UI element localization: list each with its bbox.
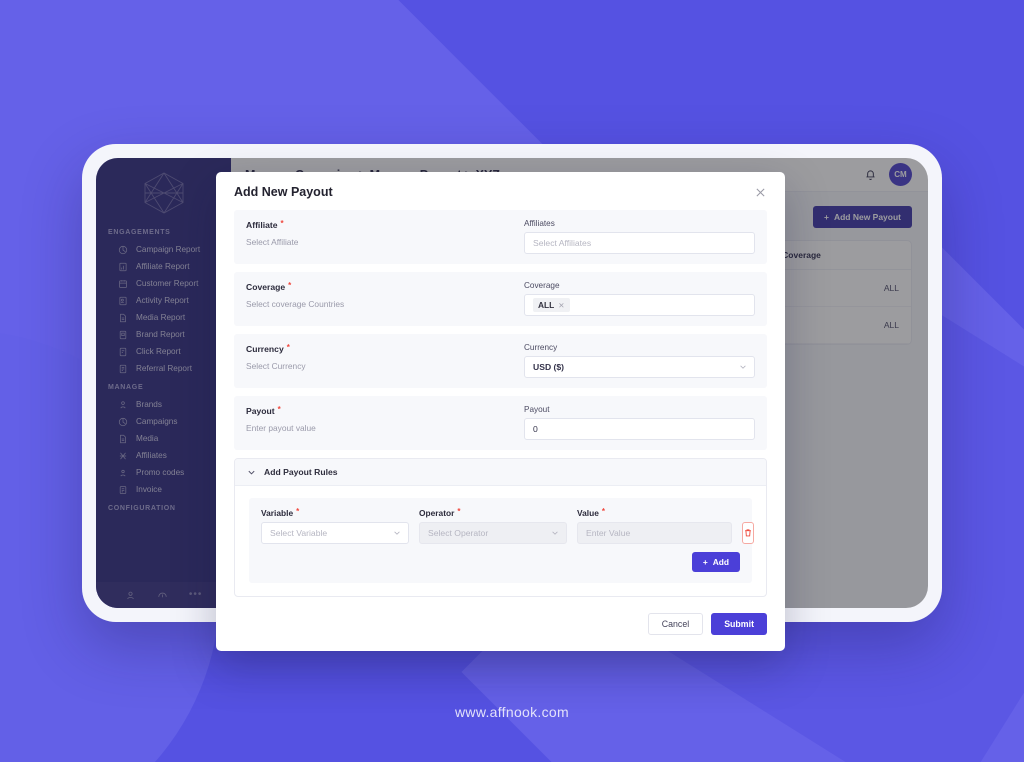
rule-operator-group: Operator * Select Operator bbox=[419, 508, 567, 544]
required-marker: * bbox=[601, 507, 606, 516]
form-row-payout-help: Enter payout value bbox=[246, 423, 316, 433]
form-row-currency-control: Currency USD ($) bbox=[524, 343, 755, 378]
rule-operator-label: Operator * bbox=[419, 507, 567, 519]
payout-field-label: Payout bbox=[524, 405, 550, 414]
site-url-caption: www.affnook.com bbox=[455, 704, 569, 720]
payout-rules-title: Add Payout Rules bbox=[264, 467, 338, 477]
add-rule-label: Add bbox=[712, 557, 729, 567]
add-rule-button[interactable]: + Add bbox=[691, 552, 740, 572]
chevron-down-icon bbox=[551, 529, 559, 537]
form-row-affiliate-help: Select Affiliate bbox=[246, 237, 299, 247]
payout-rules-toggle[interactable]: Add Payout Rules bbox=[235, 459, 766, 486]
form-row-payout: Payout * Enter payout value Payout 0 bbox=[234, 396, 767, 450]
label-text: Affiliate bbox=[246, 220, 278, 230]
label-text: Operator bbox=[419, 508, 455, 518]
currency-select[interactable]: USD ($) bbox=[524, 356, 755, 378]
submit-button[interactable]: Submit bbox=[711, 613, 767, 635]
chevron-down-icon bbox=[247, 468, 256, 477]
form-row-payout-label: Payout * bbox=[246, 405, 508, 417]
plus-icon: + bbox=[702, 557, 708, 567]
rule-variable-label: Variable * bbox=[261, 507, 409, 519]
form-row-currency-info: Currency * Select Currency bbox=[246, 343, 508, 372]
payout-rules-panel: Add Payout Rules Variable * Select Varia… bbox=[234, 458, 767, 597]
form-row-currency: Currency * Select Currency Currency USD … bbox=[234, 334, 767, 388]
currency-selected-value: USD ($) bbox=[533, 362, 565, 372]
rule-fields: Variable * Select Variable Operator * Se… bbox=[261, 508, 754, 544]
form-row-payout-info: Payout * Enter payout value bbox=[246, 405, 508, 434]
rule-variable-select[interactable]: Select Variable bbox=[261, 522, 409, 544]
required-marker: * bbox=[296, 507, 300, 516]
form-row-affiliate: Affiliate * Select Affiliate Affiliates … bbox=[234, 210, 767, 264]
add-new-payout-dialog: Add New Payout Affiliate * Select Affili… bbox=[216, 172, 785, 651]
form-row-currency-label: Currency * bbox=[246, 343, 508, 355]
form-row-affiliate-label: Affiliate * bbox=[246, 219, 508, 231]
dialog-body: Affiliate * Select Affiliate Affiliates … bbox=[216, 210, 785, 597]
rule-value-label: Value * bbox=[577, 507, 732, 519]
rule-value-input[interactable]: Enter Value bbox=[577, 522, 732, 544]
coverage-tag-text: ALL bbox=[538, 300, 555, 310]
required-marker: * bbox=[280, 219, 284, 228]
trash-icon bbox=[743, 528, 753, 538]
affiliates-select-input[interactable]: Select Affiliates bbox=[524, 232, 755, 254]
form-row-coverage-label: Coverage * bbox=[246, 281, 508, 293]
rule-operator-select[interactable]: Select Operator bbox=[419, 522, 567, 544]
payout-rules-body: Variable * Select Variable Operator * Se… bbox=[235, 486, 766, 596]
payout-rule-row: Variable * Select Variable Operator * Se… bbox=[249, 498, 754, 583]
rule-variable-group: Variable * Select Variable bbox=[261, 508, 409, 544]
form-row-affiliate-control: Affiliates Select Affiliates bbox=[524, 219, 755, 254]
currency-field-label: Currency bbox=[524, 343, 558, 352]
coverage-tag: ALL ✕ bbox=[533, 298, 570, 312]
dialog-title: Add New Payout bbox=[234, 185, 333, 199]
required-marker: * bbox=[457, 507, 461, 516]
cancel-button[interactable]: Cancel bbox=[647, 613, 704, 635]
delete-rule-button[interactable] bbox=[742, 522, 754, 544]
required-marker: * bbox=[277, 405, 281, 414]
label-text: Coverage bbox=[246, 282, 286, 292]
form-row-coverage-control: Coverage ALL ✕ bbox=[524, 281, 755, 316]
label-text: Variable bbox=[261, 508, 294, 518]
required-marker: * bbox=[286, 343, 290, 352]
label-text: Value bbox=[577, 508, 599, 518]
form-row-coverage-help: Select coverage Countries bbox=[246, 299, 345, 309]
chevron-down-icon bbox=[739, 363, 747, 371]
required-marker: * bbox=[288, 281, 292, 290]
form-row-coverage-info: Coverage * Select coverage Countries bbox=[246, 281, 508, 310]
tag-remove-icon[interactable]: ✕ bbox=[558, 301, 564, 310]
label-text: Currency bbox=[246, 344, 284, 354]
label-text: Payout bbox=[246, 406, 275, 416]
form-row-currency-help: Select Currency bbox=[246, 361, 306, 371]
rule-operator-placeholder: Select Operator bbox=[428, 528, 489, 538]
rule-value-group: Value * Enter Value bbox=[577, 508, 732, 544]
coverage-field-label: Coverage bbox=[524, 281, 560, 290]
payout-value-input[interactable]: 0 bbox=[524, 418, 755, 440]
coverage-tags-input[interactable]: ALL ✕ bbox=[524, 294, 755, 316]
add-rule-row: + Add bbox=[261, 552, 740, 572]
dialog-footer: Cancel Submit bbox=[216, 609, 785, 651]
form-row-payout-control: Payout 0 bbox=[524, 405, 755, 440]
rule-variable-placeholder: Select Variable bbox=[270, 528, 328, 538]
form-row-coverage: Coverage * Select coverage Countries Cov… bbox=[234, 272, 767, 326]
chevron-down-icon bbox=[393, 529, 401, 537]
form-row-affiliate-info: Affiliate * Select Affiliate bbox=[246, 219, 508, 248]
dialog-header: Add New Payout bbox=[216, 172, 785, 210]
affiliates-field-label: Affiliates bbox=[524, 219, 555, 228]
close-icon[interactable] bbox=[755, 185, 769, 199]
